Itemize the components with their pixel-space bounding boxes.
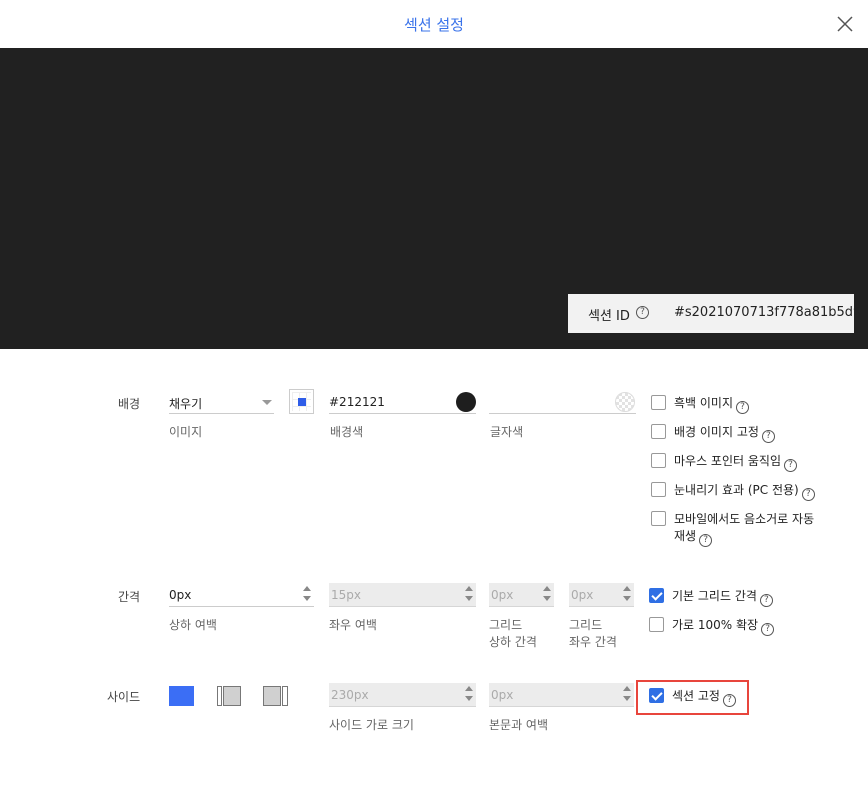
- help-icon[interactable]: ?: [759, 594, 773, 607]
- content-margin-value: 0px: [491, 688, 514, 702]
- sidebar-shape: [282, 686, 288, 706]
- grid-vertical-gap-value: 0px: [491, 588, 514, 602]
- help-icon[interactable]: ?: [699, 534, 713, 547]
- grid-horizontal-gap-value: 0px: [571, 588, 594, 602]
- grid-vertical-gap-label: 그리드 상하 간격: [489, 618, 537, 649]
- section-preview: 섹션 ID ? #s2021070713f778a81b5d9: [0, 48, 868, 349]
- number-stepper: [465, 686, 474, 702]
- checkbox-label: 기본 그리드 간격?: [672, 588, 773, 607]
- bg-color-input[interactable]: #212121: [329, 390, 476, 414]
- section-id-label: 섹션 ID: [588, 309, 630, 324]
- modal-header: 섹션 설정: [0, 0, 868, 48]
- image-picker-button[interactable]: [289, 389, 314, 414]
- checkbox-snow-effect[interactable]: 눈내리기 효과 (PC 전용)?: [651, 482, 815, 501]
- help-icon[interactable]: ?: [784, 459, 797, 472]
- checkbox[interactable]: [651, 511, 666, 526]
- grid-horizontal-gap-input: 0px: [569, 583, 634, 607]
- checkbox-fixed-bg-image[interactable]: 배경 이미지 고정?: [651, 424, 775, 443]
- help-icon[interactable]: ?: [761, 623, 775, 636]
- spacing-row-label: 간격: [118, 590, 141, 604]
- side-row-label: 사이드: [107, 690, 141, 704]
- checkbox[interactable]: [651, 424, 666, 439]
- checkbox[interactable]: [651, 395, 666, 410]
- content-margin-label: 본문과 여백: [489, 718, 549, 732]
- help-icon[interactable]: ?: [736, 401, 750, 414]
- checkbox[interactable]: [651, 482, 666, 497]
- side-layout-left-option[interactable]: [217, 686, 241, 706]
- highlight-box: [636, 680, 749, 715]
- text-color-label: 글자색: [490, 425, 524, 439]
- modal-title: 섹션 설정: [404, 16, 464, 34]
- checkbox[interactable]: [649, 617, 664, 632]
- checkbox-mobile-muted-autoplay[interactable]: 모바일에서도 음소거로 자동 재생?: [651, 511, 814, 547]
- content-shape: [223, 686, 241, 706]
- horizontal-padding-label: 좌우 여백: [329, 618, 377, 632]
- content-margin-input: 0px: [489, 683, 634, 707]
- help-icon[interactable]: ?: [636, 306, 649, 319]
- grid-vertical-gap-input: 0px: [489, 583, 554, 607]
- number-stepper[interactable]: [303, 586, 312, 602]
- side-layout-right-option[interactable]: [263, 686, 288, 706]
- number-stepper: [543, 586, 552, 602]
- side-layout-none-option[interactable]: [169, 686, 194, 706]
- vertical-padding-label: 상하 여백: [169, 618, 217, 632]
- number-stepper: [465, 586, 474, 602]
- checkbox-grayscale-image[interactable]: 흑백 이미지?: [651, 395, 750, 414]
- checkbox-label: 배경 이미지 고정?: [674, 424, 775, 443]
- number-stepper: [623, 686, 632, 702]
- checkbox-label: 눈내리기 효과 (PC 전용)?: [674, 482, 815, 501]
- checkbox-label: 가로 100% 확장?: [672, 617, 775, 636]
- close-icon[interactable]: [836, 15, 854, 33]
- text-color-swatch[interactable]: [615, 392, 635, 412]
- checkbox[interactable]: [649, 588, 664, 603]
- grid-horizontal-gap-label: 그리드 좌우 간격: [569, 618, 617, 649]
- content-shape: [263, 686, 281, 706]
- vertical-padding-input[interactable]: 0px: [169, 583, 314, 607]
- vertical-padding-value: 0px: [169, 588, 192, 602]
- background-row-label: 배경: [118, 397, 141, 411]
- section-id-box: 섹션 ID ? #s2021070713f778a81b5d9: [568, 294, 861, 333]
- side-width-label: 사이드 가로 크기: [329, 718, 414, 732]
- bg-color-label: 배경색: [330, 425, 364, 439]
- horizontal-padding-value: 15px: [331, 588, 361, 602]
- image-icon: [298, 398, 306, 406]
- text-color-input[interactable]: [489, 390, 636, 414]
- checkbox-default-grid-gap[interactable]: 기본 그리드 간격?: [649, 588, 773, 607]
- chevron-down-icon: [262, 400, 272, 405]
- side-width-value: 230px: [331, 688, 369, 702]
- sidebar-shape: [217, 686, 222, 706]
- checkbox-full-width[interactable]: 가로 100% 확장?: [649, 617, 775, 636]
- bg-color-swatch[interactable]: [456, 392, 476, 412]
- side-width-input: 230px: [329, 683, 476, 707]
- help-icon[interactable]: ?: [761, 430, 775, 443]
- checkbox-label: 마우스 포인터 움직임?: [674, 453, 797, 472]
- image-label: 이미지: [169, 425, 203, 439]
- checkbox[interactable]: [651, 453, 666, 468]
- help-icon[interactable]: ?: [801, 488, 815, 501]
- checkbox-mouse-pointer-move[interactable]: 마우스 포인터 움직임?: [651, 453, 797, 472]
- number-stepper: [623, 586, 632, 602]
- background-fill-select[interactable]: 채우기: [169, 390, 274, 414]
- checkbox-label: 모바일에서도 음소거로 자동 재생?: [674, 512, 815, 547]
- bg-color-value: #212121: [329, 395, 385, 409]
- checkbox-label: 흑백 이미지?: [674, 395, 750, 414]
- background-fill-value: 채우기: [169, 397, 203, 411]
- horizontal-padding-input: 15px: [329, 583, 476, 607]
- section-id-value[interactable]: #s2021070713f778a81b5d9: [674, 305, 861, 320]
